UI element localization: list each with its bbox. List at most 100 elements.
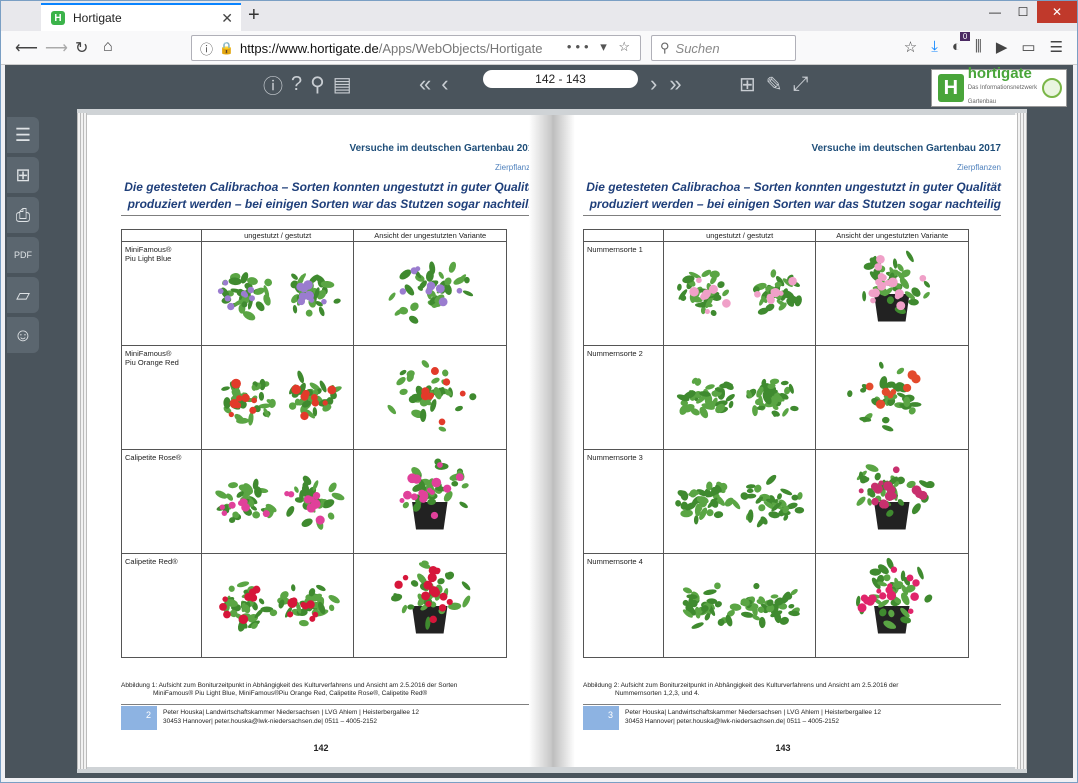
table-header-row: ungestutzt / gestutzt Ansicht der ungest… [583,229,969,242]
book-gutter [529,115,575,767]
variety-label: Nummernsorte 3 [583,449,664,554]
user-icon[interactable]: ☺ [7,317,39,353]
plant-drawing [682,582,800,629]
plant-drawing [847,361,922,432]
last-page-icon[interactable]: » [669,71,681,97]
reload-icon[interactable]: ↻ [75,38,88,58]
plant-photo-side [356,556,504,654]
plant-photo-topview [203,348,352,446]
sidebar-icon[interactable]: ▭ [1021,38,1035,56]
divider [121,215,539,216]
forward-icon[interactable]: ⟶ [45,38,68,58]
table-header: ungestutzt / gestutzt [662,229,817,242]
footer-line: Peter Houska| Landwirtschaftskammer Nied… [625,709,882,716]
hortigate-favicon-icon: H [51,11,65,25]
library-icon[interactable]: ⫼ [975,38,982,56]
page-section: Zierpflanzen [956,163,1001,172]
photo-cell [662,241,817,346]
seal-icon [1042,78,1062,98]
page-title-line: Die getesteten Calibrachoa – Sorten konn… [124,180,539,194]
reader-icon[interactable]: ▶ [996,38,1008,56]
plant-photo-topview [665,348,814,446]
flipbook-viewer: ⓘ ? ⚲ ▤ « ‹ 142 - 143 › » ⊞ ✎ ⤢ H hortig… [5,65,1073,778]
viewer-toolbar-left: ⓘ ? ⚲ ▤ [263,69,352,99]
book: Versuche im deutschen Gartenbau 2017 Zie… [77,109,1027,773]
search-icon: ⚲ [660,40,670,55]
variety-label: Nummernsorte 4 [583,553,664,658]
url-actions: ••• ▾ ☆ [567,39,634,55]
footer-number: 3 [583,706,619,730]
table-header-row: ungestutzt / gestutzt Ansicht der ungest… [121,229,507,242]
viewer-toolbar-right: ⊞ ✎ ⤢ [739,69,809,99]
close-window-icon[interactable]: ✕ [1037,1,1077,23]
page-navigation-right: › » [650,69,682,99]
url-path: /Apps/WebObjects/Hortigate [378,40,543,56]
toc-icon[interactable]: ☰ [7,117,39,153]
plant-photo-side [818,452,966,550]
bookmark-star-icon[interactable]: ☆ [618,39,634,54]
nav-bar: ⟵ ⟶ ↻ ⌂ ⓘ 🔒 https://www.hortigate.de/App… [1,31,1077,65]
close-tab-icon[interactable]: ✕ [221,10,233,27]
next-page-icon[interactable]: › [650,71,657,97]
folder-icon[interactable]: ▱ [7,277,39,313]
photo-cell [662,449,817,554]
hortigate-logo[interactable]: H hortigate Das Informationsnetzwerk Gart… [931,66,1067,107]
first-page-icon[interactable]: « [419,71,431,97]
tab-bar: H Hortigate ✕ + — ☐ ✕ [1,1,1077,31]
info-icon[interactable]: ⓘ [263,70,283,99]
plant-drawing [399,458,470,530]
label-line: Calipetite Red® [125,557,178,566]
tab-hortigate[interactable]: H Hortigate ✕ [41,3,241,31]
figure-caption: Abbildung 2: Aufsicht zum Boniturzeitpun… [583,682,969,698]
new-tab-button[interactable]: + [248,4,260,27]
label-line: Calipetite Rose® [125,453,182,462]
left-page[interactable]: Versuche im deutschen Gartenbau 2017 Zie… [87,115,555,767]
menu-icon[interactable]: ☰ [1050,38,1063,56]
search-input[interactable]: ⚲ Suchen [651,35,796,61]
page-title-line: produziert werden – bei einigen Sorten w… [589,197,1001,211]
page-navigation: « ‹ [419,69,449,99]
home-icon[interactable]: ⌂ [103,38,113,56]
photo-cell [353,241,507,346]
table-row: Nummernsorte 1 [583,241,969,346]
pdf-icon[interactable]: PDF [7,237,39,273]
table-row: MiniFamous® Piu Orange Red [121,345,507,450]
reading-list-icon[interactable]: ☆ [904,38,917,56]
binoculars-icon[interactable]: ⊞ [739,72,756,97]
prev-page-icon[interactable]: ‹ [441,71,448,97]
site-info-icon[interactable]: ⓘ [200,39,213,58]
footer-line: 30453 Hannover| peter.houska@lwk-nieders… [625,718,840,725]
photo-cell [353,553,507,658]
page-indicator[interactable]: 142 - 143 [483,70,638,88]
plant-photo-side [818,556,966,654]
plant-drawing [856,557,933,634]
page-actions-icon[interactable]: ••• [567,39,593,54]
right-page[interactable]: Versuche im deutschen Gartenbau 2017 Zie… [549,115,1017,767]
download-icon[interactable]: ⤓ [931,38,938,56]
variety-label: MiniFamous® Piu Orange Red [121,345,202,450]
fullscreen-icon[interactable]: ⤢ [793,73,809,96]
minimize-icon[interactable]: — [981,1,1009,23]
thumbnails-icon[interactable]: ⊞ [7,157,39,193]
footer-text: Peter Houska| Landwirtschaftskammer Nied… [163,708,419,726]
plant-photo-topview [665,556,814,654]
notes-icon[interactable]: ▤ [333,72,352,97]
back-icon[interactable]: ⟵ [15,38,38,58]
zoom-icon[interactable]: ⚲ [310,72,325,97]
print-icon[interactable]: ⎙ [7,197,39,233]
extension-icon[interactable]: ◐ 0 [952,32,971,56]
notification-badge: 0 [959,32,971,41]
footer-line: Peter Houska| Landwirtschaftskammer Nied… [163,709,420,716]
pen-icon[interactable]: ✎ [766,72,783,97]
photo-cell [815,553,969,658]
footer-line: 30453 Hannover| peter.houska@lwk-nieders… [163,718,378,725]
url-bar[interactable]: ⓘ 🔒 https://www.hortigate.de/Apps/WebObj… [191,35,641,61]
plant-photo-topview [203,244,352,342]
plant-photo-topview [665,452,814,550]
help-icon[interactable]: ? [291,73,302,96]
pocket-icon[interactable]: ▾ [600,39,611,54]
maximize-icon[interactable]: ☐ [1009,1,1037,23]
table-row: Calipetite Red® [121,553,507,658]
footer-number: 2 [121,706,157,730]
photo-cell [353,345,507,450]
